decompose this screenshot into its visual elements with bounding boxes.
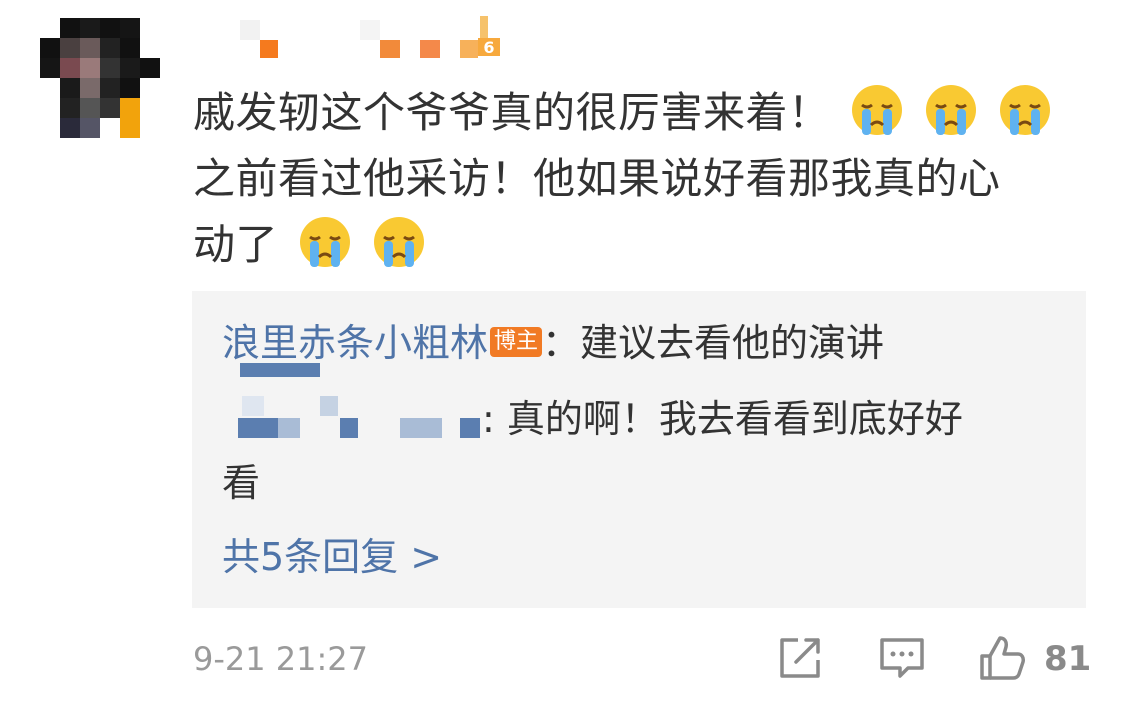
blogger-badge: 博主 — [490, 327, 543, 357]
thumbs-up-icon[interactable] — [978, 634, 1026, 682]
reply-preview-box[interactable]: 浪里赤条小粗林 博主 ：建议去看他的演讲 : 真的啊！我去看看到底好好 看 共5条回… — [192, 291, 1086, 608]
crying-face-emoji-icon — [1000, 85, 1051, 135]
reply-username-pixelated[interactable] — [238, 396, 488, 438]
comment-timestamp: 9-21 21:27 — [193, 640, 369, 678]
crying-face-emoji-icon — [373, 217, 424, 267]
crying-face-emoji-icon — [852, 85, 903, 135]
comment-line: 戚发轫这个爷爷真的很厉害来着！ — [193, 80, 1093, 146]
reply-text-continued: 看 — [222, 461, 261, 505]
reply-username[interactable]: 浪里赤条小粗林 — [222, 321, 488, 365]
level-badge-icon: 6 — [478, 16, 500, 57]
comment-line: 动了 — [193, 212, 1093, 278]
comment-icon[interactable] — [878, 634, 926, 682]
reply-text: ：建议去看他的演讲 — [542, 321, 885, 365]
comment-text-line3: 动了 — [193, 220, 279, 269]
share-icon[interactable] — [776, 634, 824, 682]
reply-username-pixelated[interactable] — [240, 363, 330, 377]
reply-item[interactable]: : 真的啊！我去看看到底好好 — [482, 389, 963, 449]
crying-face-emoji-icon — [299, 217, 350, 267]
reply-text: : 真的啊！我去看看到底好好 — [482, 397, 963, 441]
like-count: 81 — [1044, 639, 1092, 679]
comment-body: 戚发轫这个爷爷真的很厉害来着！ 之前看过他采访！他如果说好看那我真的心 动了 — [193, 80, 1093, 278]
comment-text-line2: 之前看过他采访！他如果说好看那我真的心 — [193, 154, 1001, 203]
avatar[interactable] — [40, 18, 160, 138]
view-all-replies-link[interactable]: 共5条回复 > — [222, 529, 442, 585]
svg-text:6: 6 — [483, 38, 494, 56]
username-pixelated[interactable] — [240, 20, 500, 60]
comment-text-line1: 戚发轫这个爷爷真的很厉害来着！ — [193, 88, 831, 137]
crying-face-emoji-icon — [926, 85, 977, 135]
